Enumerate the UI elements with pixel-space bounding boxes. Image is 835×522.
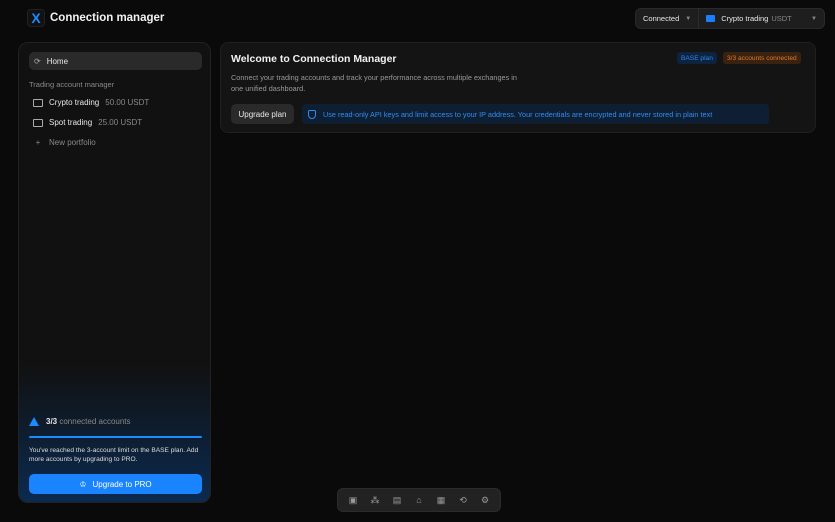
chevron-down-icon: ▼ <box>685 15 692 22</box>
limit-count: 3/3 <box>46 417 58 426</box>
home-icon: ⟳ <box>34 56 41 66</box>
info-text: Use read-only API keys and limit access … <box>323 109 713 119</box>
box-icon[interactable]: ▣ <box>346 495 360 506</box>
portfolio-balance: 25.00 USDT <box>98 118 143 127</box>
sync-icon[interactable]: ⟲ <box>456 495 470 506</box>
calendar-icon[interactable]: ▦ <box>434 495 448 506</box>
page-description: Connect your trading accounts and track … <box>231 73 517 93</box>
warning-icon <box>29 417 39 426</box>
top-controls: Connected ▼ Crypto trading USDT ▼ <box>635 8 825 29</box>
bottom-dock: ▣ ⁂ ▤ ⌂ ▦ ⟲ ⚙ <box>337 488 501 512</box>
settings-icon[interactable]: ⚙ <box>478 495 492 506</box>
portfolio-item[interactable]: Spot trading 25.00 USDT <box>33 118 142 127</box>
app-title: Connection manager <box>50 12 165 24</box>
crown-icon: ♔ <box>79 479 87 489</box>
nodes-icon[interactable]: ⁂ <box>368 495 382 506</box>
page-title: Welcome to Connection Manager <box>231 53 397 65</box>
section-label: Trading account manager <box>29 80 115 89</box>
shield-icon <box>308 109 316 119</box>
upgrade-plan-button[interactable]: Upgrade plan <box>231 104 294 124</box>
limit-message: You've reached the 3-account limit on th… <box>29 447 199 463</box>
sidebar: ⟳ Home Trading account manager Crypto tra… <box>18 42 211 503</box>
upgrade-to-pro-button[interactable]: ♔ Upgrade to PRO <box>29 474 202 494</box>
plus-icon: + <box>35 138 41 147</box>
sidebar-item-home[interactable]: ⟳ Home <box>29 52 202 70</box>
limit-label: connected accounts <box>59 417 131 426</box>
limit-status: 3/3 connected accounts <box>29 417 131 426</box>
folder-icon <box>33 118 43 127</box>
folder-icon <box>706 15 716 22</box>
chevron-down-icon: ▼ <box>811 15 817 22</box>
new-portfolio-button[interactable]: + New portfolio <box>33 138 96 147</box>
upgrade-label: Upgrade to PRO <box>92 479 152 489</box>
connection-status-dropdown[interactable]: Connected ▼ <box>636 9 698 28</box>
portfolio-dropdown[interactable]: Crypto trading USDT ▼ <box>698 9 824 28</box>
app-logo: X <box>27 9 45 27</box>
portfolio-name: Crypto trading <box>721 14 769 23</box>
home-label: Home <box>46 56 69 66</box>
accounts-badge: 3/3 accounts connected <box>723 52 801 64</box>
folder-icon <box>33 98 43 107</box>
portfolio-name: Crypto trading <box>49 98 100 107</box>
welcome-card: Welcome to Connection Manager Connect yo… <box>220 42 816 133</box>
new-portfolio-label: New portfolio <box>49 138 96 147</box>
limit-progress-bar <box>29 436 202 438</box>
portfolio-balance: 50.00 USDT <box>105 98 150 107</box>
notes-icon[interactable]: ▤ <box>390 495 404 506</box>
portfolio-name: Spot trading <box>49 118 93 127</box>
security-info: Use read-only API keys and limit access … <box>302 104 769 124</box>
portfolio-item[interactable]: Crypto trading 50.00 USDT <box>33 98 149 107</box>
plan-badge: BASE plan <box>677 52 717 64</box>
status-label: Connected <box>643 14 680 23</box>
portfolio-currency: USDT <box>771 14 792 23</box>
home-icon[interactable]: ⌂ <box>412 495 426 505</box>
